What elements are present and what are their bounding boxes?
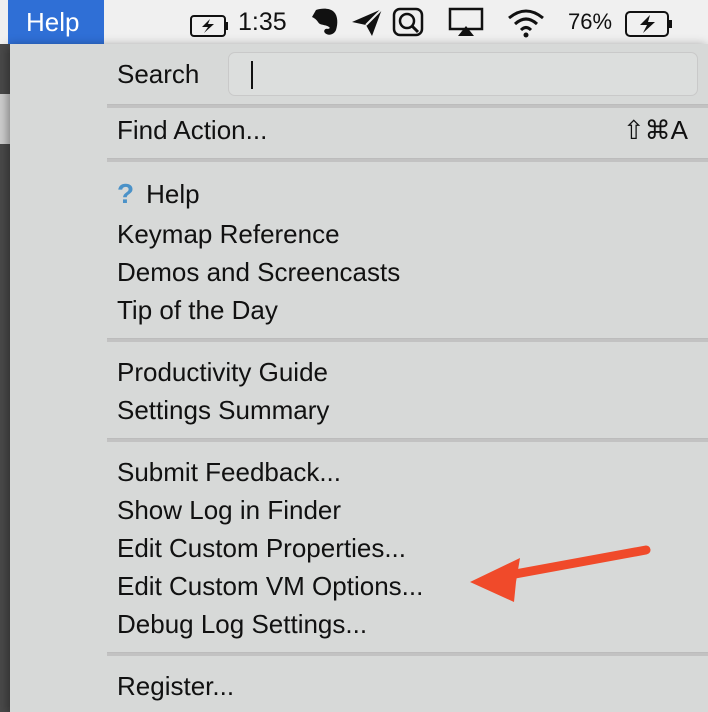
menu-item-productivity-guide[interactable]: Productivity Guide [117, 356, 328, 388]
menu-item-find-action[interactable]: Find Action... [117, 114, 267, 146]
search-input[interactable] [228, 52, 698, 96]
red-arrow-annotation [470, 545, 651, 602]
menu-item-keymap-reference[interactable]: Keymap Reference [117, 218, 340, 250]
menu-item-settings-summary[interactable]: Settings Summary [117, 394, 329, 426]
battery-charging-icon[interactable] [190, 10, 230, 42]
battery-icon[interactable] [625, 8, 675, 40]
question-icon: ? [117, 178, 135, 209]
wifi-icon[interactable] [506, 6, 546, 38]
menu-item-register[interactable]: Register... [117, 670, 234, 702]
menu-item-edit-custom-properties[interactable]: Edit Custom Properties... [117, 532, 406, 564]
menubar: Help 1:35 76% [0, 0, 708, 45]
separator [107, 104, 708, 108]
menu-item-edit-custom-vm-options[interactable]: Edit Custom VM Options... [117, 570, 423, 602]
menu-item-submit-feedback[interactable]: Submit Feedback... [117, 456, 341, 488]
battery-percent[interactable]: 76% [568, 0, 612, 44]
search-app-icon[interactable] [392, 6, 426, 38]
menu-item-demos-screencasts[interactable]: Demos and Screencasts [117, 256, 400, 288]
separator [107, 338, 708, 342]
separator [107, 438, 708, 442]
airplay-icon[interactable] [448, 6, 484, 38]
send-icon[interactable] [350, 6, 384, 38]
clock[interactable]: 1:35 [238, 0, 287, 44]
help-dropdown-menu: Search Find Action... ⇧⌘A ? Help Keymap R… [10, 44, 708, 712]
find-action-shortcut: ⇧⌘A [622, 115, 688, 145]
search-label: Search [117, 59, 200, 89]
separator [107, 652, 708, 656]
menu-item-debug-log-settings[interactable]: Debug Log Settings... [117, 608, 367, 640]
menu-item-help-label: Help [146, 179, 200, 209]
menu-item-show-log[interactable]: Show Log in Finder [117, 494, 341, 526]
menu-help[interactable]: Help [8, 0, 104, 44]
evernote-icon[interactable] [308, 6, 342, 38]
separator [107, 158, 708, 162]
menu-item-tip-of-the-day[interactable]: Tip of the Day [117, 294, 278, 326]
menu-item-help[interactable]: ? Help [117, 178, 200, 210]
text-caret [251, 61, 253, 89]
background-window-edge [0, 44, 10, 712]
